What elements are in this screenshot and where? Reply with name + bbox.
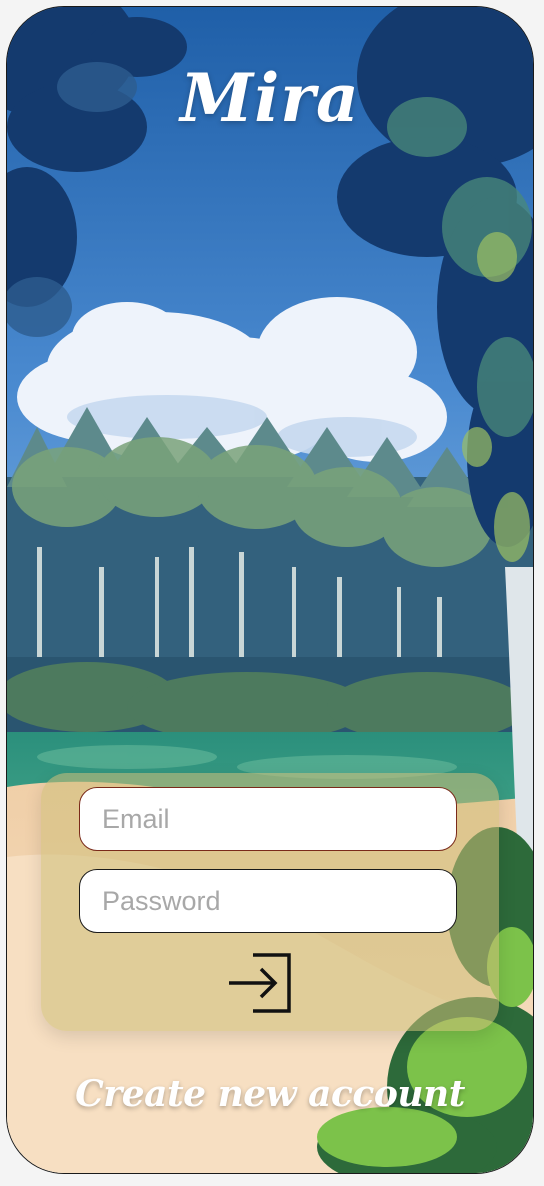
create-account-link[interactable]: Create new account (7, 1073, 533, 1115)
email-field[interactable] (79, 787, 457, 851)
app-title: Mira (180, 59, 360, 137)
phone-frame: Mira Create new account (6, 6, 534, 1174)
login-arrow-icon (229, 953, 291, 1013)
login-button[interactable] (225, 949, 301, 1017)
password-field[interactable] (79, 869, 457, 933)
login-panel (41, 773, 499, 1031)
